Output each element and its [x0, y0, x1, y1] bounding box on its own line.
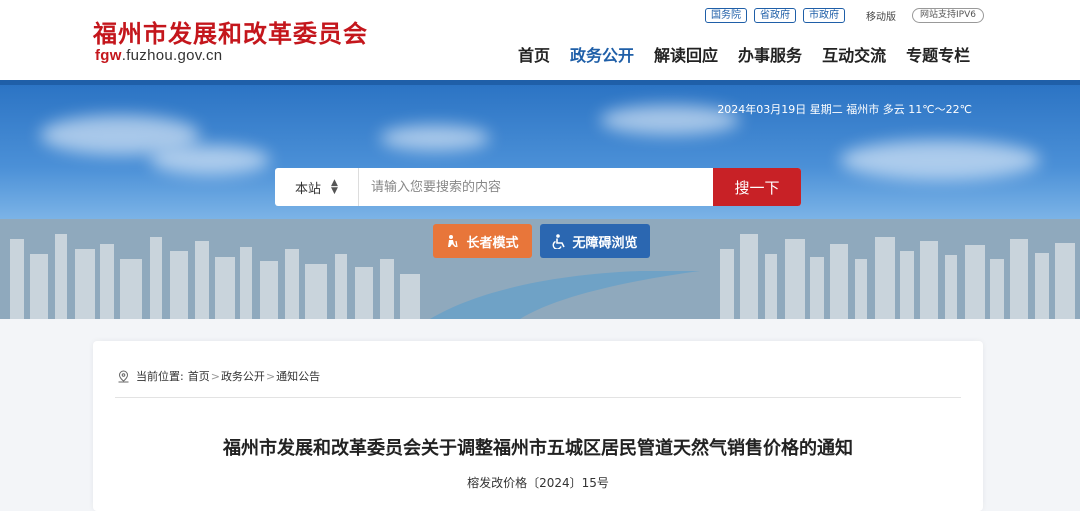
search-input[interactable] [359, 168, 713, 206]
breadcrumb-government-affairs[interactable]: 政务公开 [221, 368, 265, 384]
search-scope-select[interactable]: 本站 ▲ ▼ [275, 168, 359, 206]
elder-mode-button[interactable]: 长者模式 [433, 224, 532, 258]
article-panel: 当前位置: 首页 > 政务公开 > 通知公告 福州市发展和改革委员会关于调整福州… [93, 341, 983, 511]
breadcrumb-divider [115, 397, 961, 398]
nav-interaction[interactable]: 互动交流 [822, 45, 886, 67]
search-bar: 本站 ▲▼ 搜一下 [275, 168, 801, 206]
breadcrumb: 当前位置: 首页 > 政务公开 > 通知公告 [117, 368, 320, 384]
accessible-label: 无障碍浏览 [572, 235, 638, 251]
cloud [840, 140, 1040, 180]
site-header: 福州市发展和改革委员会 fgw.fuzhou.gov.cn 国务院 省政府 市政… [0, 0, 1080, 80]
main-nav: 首页 政务公开 解读回应 办事服务 互动交流 专题专栏 [508, 45, 980, 67]
location-pin-icon [118, 369, 129, 382]
cloud [150, 145, 270, 175]
cloud [380, 125, 490, 151]
nav-services[interactable]: 办事服务 [738, 45, 802, 67]
city-banner: 2024年03月19日 星期二 福州市 多云 11℃～22℃ 本站 ▲▼ 搜一下… [0, 85, 1080, 319]
document-number: 榕发改价格〔2024〕15号 [467, 476, 609, 490]
breadcrumb-separator: > [210, 369, 220, 383]
link-city-gov[interactable]: 市政府 [803, 8, 845, 23]
date-weather: 2024年03月19日 星期二 福州市 多云 11℃～22℃ [717, 103, 972, 116]
link-state-council[interactable]: 国务院 [705, 8, 747, 23]
breadcrumb-notices[interactable]: 通知公告 [276, 368, 320, 384]
breadcrumb-prefix: 当前位置: [136, 370, 184, 383]
accessible-browsing-button[interactable]: 无障碍浏览 [540, 224, 650, 258]
nav-special-topics[interactable]: 专题专栏 [906, 45, 970, 67]
link-provincial-gov[interactable]: 省政府 [754, 8, 796, 23]
nav-government-affairs[interactable]: 政务公开 [570, 45, 634, 67]
domain-rest: .fuzhou.gov.cn [121, 47, 223, 64]
wheelchair-icon [553, 233, 566, 249]
ipv6-badge: 网站支持IPV6 [912, 8, 984, 23]
site-title[interactable]: 福州市发展和改革委员会 [93, 14, 368, 49]
nav-interpretation[interactable]: 解读回应 [654, 45, 718, 67]
site-domain: fgw.fuzhou.gov.cn [95, 47, 222, 64]
domain-prefix: fgw [95, 47, 122, 64]
nav-home[interactable]: 首页 [518, 45, 550, 67]
mobile-version-link[interactable]: 移动版 [866, 8, 896, 23]
top-links: 国务院 省政府 市政府 移动版 网站支持IPV6 [705, 8, 984, 23]
breadcrumb-separator: > [265, 369, 276, 383]
breadcrumb-home[interactable]: 首页 [188, 368, 210, 384]
elder-mode-label: 长者模式 [466, 235, 519, 251]
chevron-updown-icon: ▲ ▼ [331, 178, 338, 196]
search-button[interactable]: 搜一下 [713, 168, 801, 206]
search-scope-label: 本站 [295, 181, 322, 197]
elder-icon [448, 235, 459, 248]
article-title: 福州市发展和改革委员会关于调整福州市五城区居民管道天然气销售价格的通知 [223, 438, 853, 459]
